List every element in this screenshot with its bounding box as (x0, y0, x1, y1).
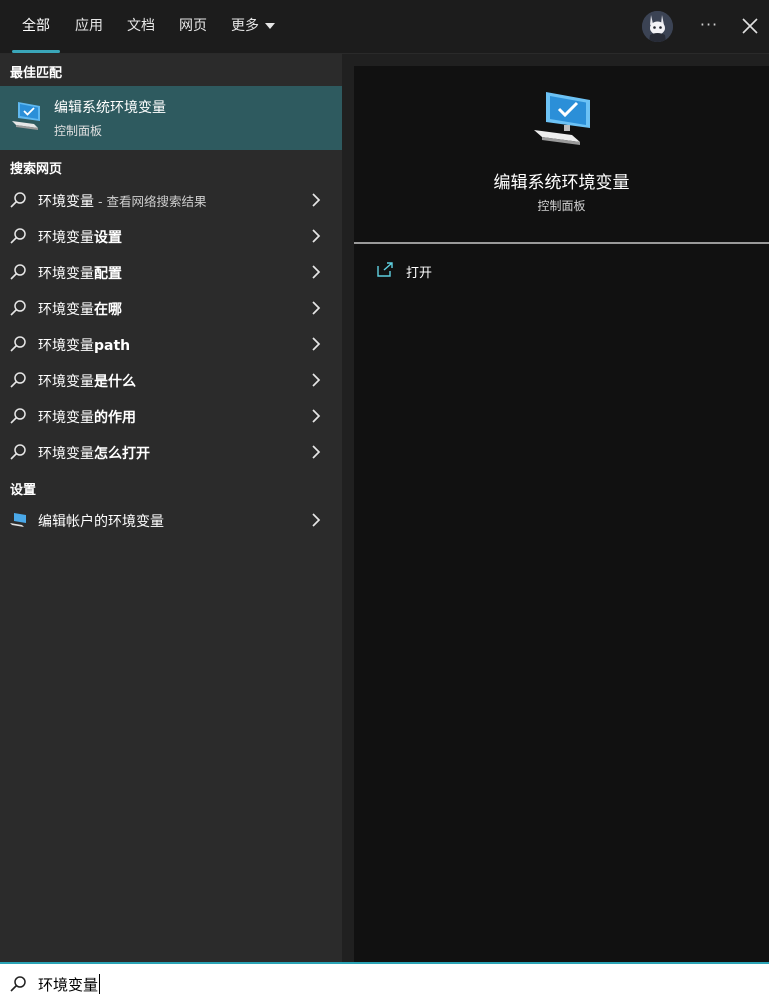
chevron-right-icon (312, 229, 321, 243)
query-hint: - 查看网络搜索结果 (94, 194, 207, 209)
query-text: 环境变量 (38, 266, 94, 282)
query-text: 环境变量 (38, 446, 94, 462)
chevron-right-icon (312, 409, 321, 423)
open-icon (377, 262, 393, 277)
tab-web[interactable]: 网页 (179, 0, 207, 53)
tab-more[interactable]: 更多 (231, 0, 275, 53)
query-completion: path (94, 338, 131, 354)
query-text: 环境变量 (38, 194, 94, 210)
system-properties-icon (12, 102, 40, 130)
web-search-item[interactable]: 环境变量是什么 (0, 363, 342, 397)
web-search-label: 环境变量的作用 (38, 407, 136, 427)
open-action-label: 打开 (406, 266, 433, 281)
chevron-down-icon (265, 23, 275, 29)
search-icon (10, 372, 26, 388)
preview-subtitle: 控制面板 (537, 199, 586, 213)
web-search-item[interactable]: 环境变量 - 查看网络搜索结果 (0, 183, 342, 217)
search-icon (10, 264, 26, 280)
query-text: 环境变量 (38, 338, 94, 354)
web-search-label: 环境变量怎么打开 (38, 443, 150, 463)
search-input-value: 环境变量 (38, 976, 99, 994)
query-text: 环境变量 (38, 302, 94, 318)
chevron-right-icon (312, 301, 321, 315)
avatar-image (642, 11, 673, 42)
tab-label: 全部 (22, 18, 50, 34)
query-completion: 是什么 (94, 374, 136, 390)
search-box[interactable]: 环境变量 (0, 962, 769, 1004)
web-search-item[interactable]: 环境变量怎么打开 (0, 435, 342, 469)
web-search-label: 环境变量在哪 (38, 299, 122, 319)
search-input[interactable]: 环境变量 (38, 974, 101, 995)
query-completion: 的作用 (94, 410, 136, 426)
system-properties-icon (10, 513, 26, 527)
query-completion: 怎么打开 (94, 446, 150, 462)
query-text: 环境变量 (38, 374, 94, 390)
tab-documents[interactable]: 文档 (127, 0, 155, 53)
close-button[interactable] (738, 13, 762, 39)
top-tab-bar: 全部 应用 文档 网页 更多 ··· (0, 0, 769, 54)
chevron-right-icon (312, 445, 321, 459)
search-icon (10, 336, 26, 352)
search-icon (10, 408, 26, 424)
section-title-web-search: 搜索网页 (10, 162, 63, 177)
tab-all[interactable]: 全部 (12, 0, 60, 53)
search-icon (10, 228, 26, 244)
preview-title: 编辑系统环境变量 (493, 173, 630, 193)
avatar[interactable] (642, 11, 673, 42)
web-search-label: 环境变量path (38, 335, 130, 355)
tab-label: 网页 (179, 18, 207, 34)
web-search-label: 环境变量设置 (38, 227, 122, 247)
text-cursor (99, 974, 101, 994)
settings-item-label: 编辑帐户的环境变量 (38, 514, 164, 530)
query-completion: 设置 (94, 230, 122, 246)
web-search-item[interactable]: 环境变量path (0, 327, 342, 361)
close-icon (742, 18, 758, 34)
web-search-label: 环境变量 - 查看网络搜索结果 (38, 191, 206, 211)
chevron-right-icon (312, 193, 321, 207)
chevron-right-icon (312, 373, 321, 387)
query-text: 环境变量 (38, 230, 94, 246)
tab-apps[interactable]: 应用 (75, 0, 103, 53)
query-completion: 在哪 (94, 302, 122, 318)
divider (354, 242, 769, 244)
search-icon (10, 976, 26, 992)
web-search-item[interactable]: 环境变量的作用 (0, 399, 342, 433)
best-match-title: 编辑系统环境变量 (54, 100, 166, 116)
best-match-subtitle: 控制面板 (54, 124, 103, 138)
chevron-right-icon (312, 337, 321, 351)
tab-label: 应用 (75, 18, 103, 34)
query-text: 环境变量 (38, 410, 94, 426)
settings-item[interactable]: 编辑帐户的环境变量 (0, 503, 342, 537)
web-search-label: 环境变量是什么 (38, 371, 136, 391)
query-completion: 配置 (94, 266, 122, 282)
tab-label: 更多 (231, 18, 259, 34)
web-search-label: 环境变量配置 (38, 263, 122, 283)
search-icon (10, 192, 26, 208)
section-title-settings: 设置 (10, 483, 37, 498)
tab-label: 文档 (127, 18, 155, 34)
more-options-button[interactable]: ··· (696, 12, 722, 40)
section-title-best-match: 最佳匹配 (10, 66, 63, 81)
chevron-right-icon (312, 265, 321, 279)
search-icon (10, 444, 26, 460)
ellipsis-icon: ··· (699, 15, 719, 34)
chevron-right-icon (312, 513, 321, 527)
preview-panel: 编辑系统环境变量 控制面板 打开 (354, 66, 769, 962)
best-match-item[interactable]: 编辑系统环境变量 控制面板 (0, 86, 342, 150)
web-search-item[interactable]: 环境变量设置 (0, 219, 342, 253)
web-search-item[interactable]: 环境变量在哪 (0, 291, 342, 325)
results-panel: 最佳匹配 编辑系统环境变量 控制面板 搜索网页 环境变量 - 查看网络搜索结果 … (0, 54, 342, 962)
search-icon (10, 300, 26, 316)
system-properties-icon (534, 92, 590, 145)
web-search-item[interactable]: 环境变量配置 (0, 255, 342, 289)
